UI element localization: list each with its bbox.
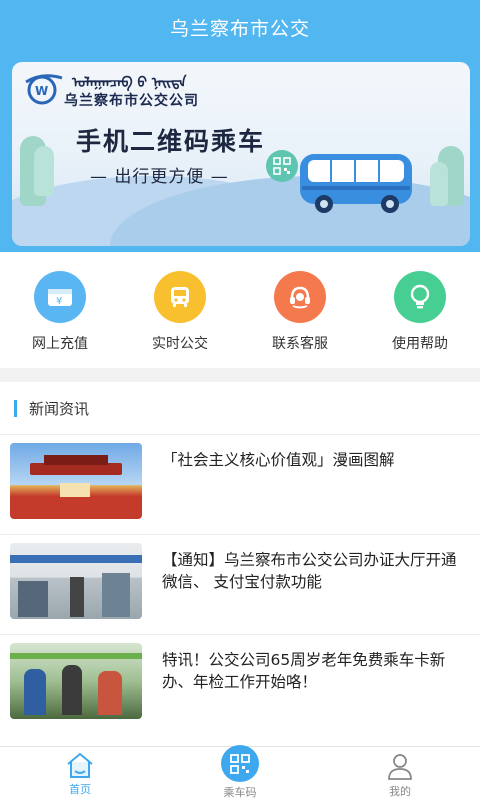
wallet-icon: ¥ (34, 271, 86, 323)
news-item[interactable]: 特讯！公交公司65周岁老年免费乘车卡新办、年检工作开始咯！ (0, 634, 480, 734)
action-recharge-button[interactable]: ¥ 网上充值 (0, 252, 120, 368)
action-realtime-bus-label: 实时公交 (152, 336, 208, 352)
header-bar: 乌兰察布市公交 W ᠣᠯᠠᠭᠠᠨᠴᠠᠪ ᠤ᠋ ᠨᠡᠢᠲᠡ 乌兰察布市公交公司 手… (0, 0, 480, 252)
action-customer-service-label: 联系客服 (272, 336, 328, 352)
tab-mine-label: 我的 (389, 785, 411, 798)
user-icon (388, 754, 412, 780)
company-name: 乌兰察布市公交公司 (64, 93, 199, 109)
app-title: 乌兰察布市公交 (169, 18, 310, 40)
bus-interior-photo (10, 643, 142, 719)
company-logo-icon: W (25, 74, 63, 105)
tab-home-label: 首页 (69, 783, 91, 796)
action-realtime-bus-button[interactable]: 实时公交 (120, 252, 240, 368)
tiananmen-photo (10, 443, 142, 519)
svg-text:W: W (35, 84, 48, 98)
promo-banner[interactable]: W ᠣᠯᠠᠭᠠᠨᠴᠠᠪ ᠤ᠋ ᠨᠡᠢᠲᠡ 乌兰察布市公交公司 手机二维码乘车 —… (12, 62, 470, 246)
tab-home[interactable]: 首页 (0, 747, 160, 800)
tab-ride-code-label: 乘车码 (223, 786, 257, 799)
news-item-title: 【通知】乌兰察布市公交公司办证大厅开通微信、 支付宝付款功能 (162, 551, 457, 591)
tab-ride-code[interactable]: 乘车码 (160, 745, 320, 800)
news-item[interactable]: 【通知】乌兰察布市公交公司办证大厅开通微信、 支付宝付款功能 (0, 534, 480, 634)
section-accent-bar (14, 399, 17, 417)
action-help-label: 使用帮助 (392, 336, 448, 352)
lightbulb-icon (394, 271, 446, 323)
banner-headline: 手机二维码乘车 (76, 127, 266, 156)
bus-illustration-icon (300, 154, 412, 213)
news-item[interactable]: 「社会主义核心价值观」漫画图解 (0, 434, 480, 534)
mongolian-text: ᠣᠯᠠᠭᠠᠨᠴᠠᠪ ᠤ᠋ ᠨᠡᠢᠲᠡ (72, 75, 187, 91)
qr-bubble-icon (266, 150, 298, 182)
news-item-title: 特讯！公交公司65周岁老年免费乘车卡新办、年检工作开始咯！ (162, 651, 446, 691)
news-item-title: 「社会主义核心价值观」漫画图解 (162, 451, 395, 469)
tab-mine[interactable]: 我的 (320, 747, 480, 800)
bottom-tab-bar: 首页 乘车码 我的 (0, 745, 480, 800)
news-header: 新闻资讯 (0, 382, 480, 434)
home-icon (67, 752, 93, 778)
action-customer-service-button[interactable]: 联系客服 (240, 252, 360, 368)
qrcode-icon (221, 745, 259, 782)
banner-subline: — 出行更方便 — (90, 167, 229, 187)
bus-icon (154, 271, 206, 323)
quick-actions: ¥ 网上充值 实时公交 联系客服 使用帮助 (0, 252, 480, 368)
action-help-button[interactable]: 使用帮助 (360, 252, 480, 368)
news-section: 新闻资讯 「社会主义核心价值观」漫画图解 【通知】乌兰察布市公交公司办证大厅开通… (0, 382, 480, 746)
news-section-title: 新闻资讯 (29, 399, 90, 418)
action-recharge-label: 网上充值 (32, 336, 88, 352)
svg-text:¥: ¥ (56, 296, 62, 307)
headset-icon (274, 271, 326, 323)
service-hall-photo (10, 543, 142, 619)
